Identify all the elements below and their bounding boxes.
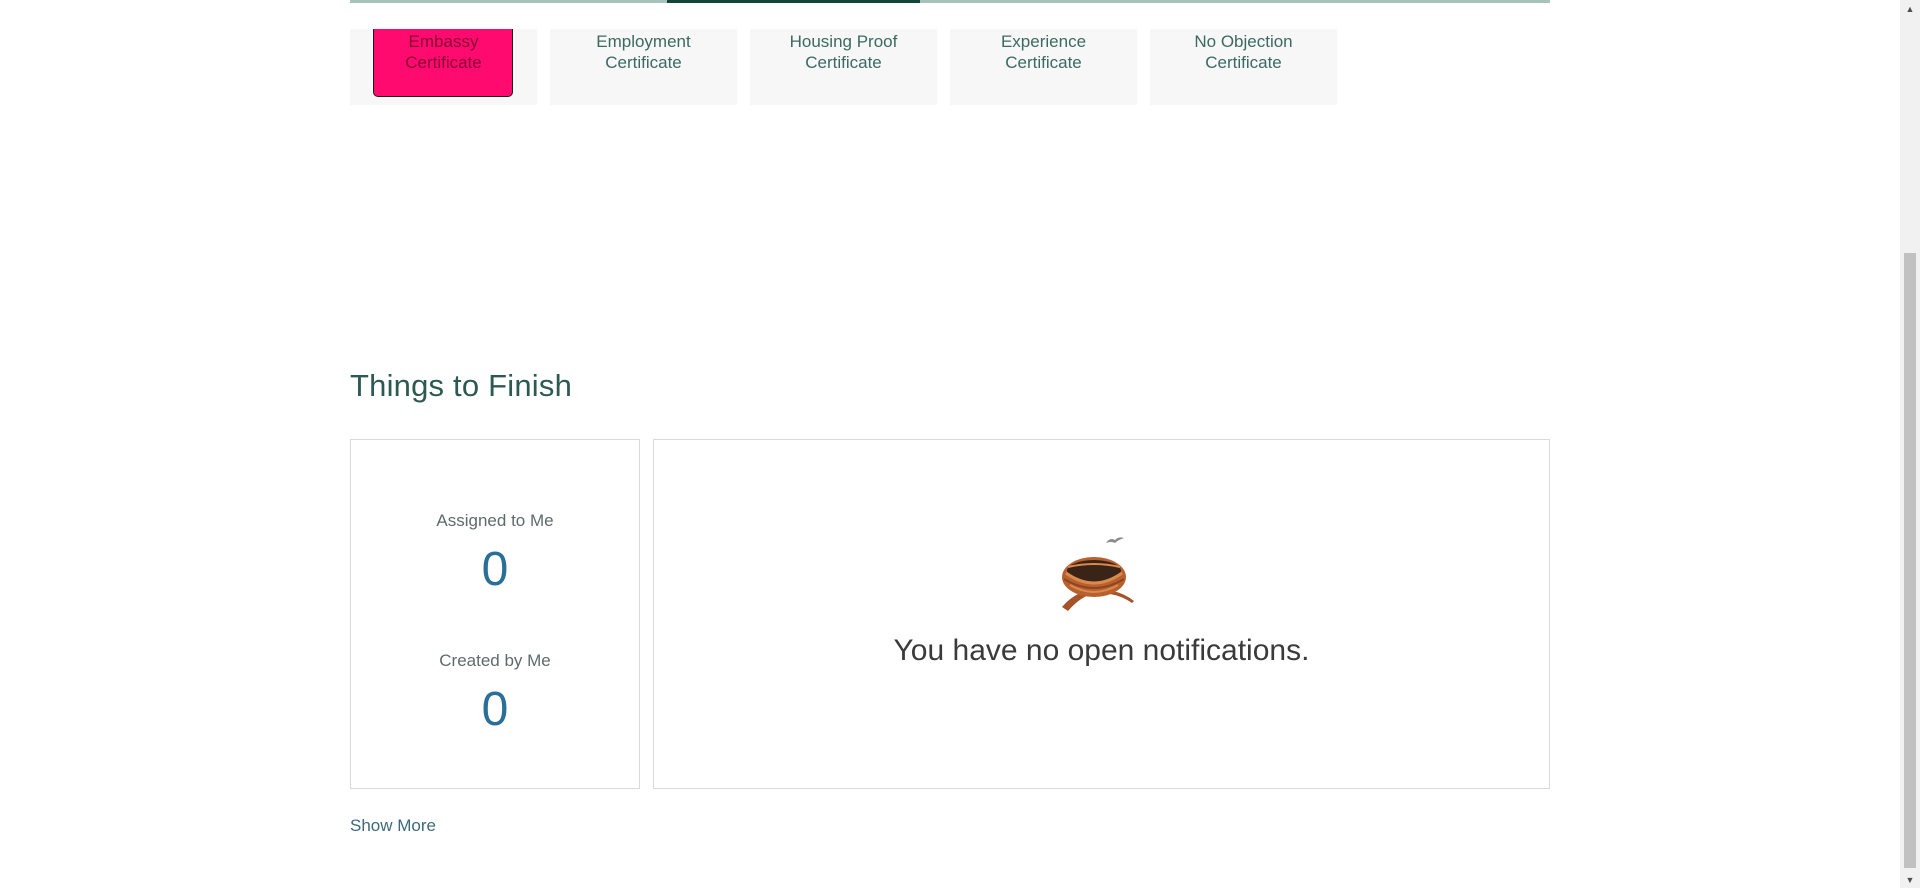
tile-label: Embassy Certificate [405,32,482,72]
tile-embassy-certificate[interactable]: Embassy Certificate [350,29,537,105]
assigned-to-me-count[interactable]: 0 [351,545,639,595]
bird-nest-icon [1062,537,1134,611]
tab-strip-active-indicator [667,0,920,3]
section-title-things-to-finish: Things to Finish [350,368,573,403]
assigned-to-me-label: Assigned to Me [436,511,554,530]
tile-label: Employment Certificate [596,32,691,72]
notifications-card: You have no open notifications. [653,439,1550,789]
show-more-link[interactable]: Show More [350,816,436,836]
tile-no-objection-certificate[interactable]: No Objection Certificate [1150,29,1337,105]
created-by-me-label: Created by Me [439,651,551,670]
tile-housing-proof-certificate[interactable]: Housing Proof Certificate [750,29,937,105]
empty-notifications-message: You have no open notifications. [893,634,1310,667]
quick-actions-tiles: Embassy Certificate Employment Certifica… [350,29,1337,105]
assigned-to-me-block: Assigned to Me 0 [351,511,639,595]
vertical-scrollbar[interactable]: ▲ ▼ [1900,0,1920,888]
created-by-me-count[interactable]: 0 [351,685,639,735]
tile-label: No Objection Certificate [1194,32,1293,72]
tile-label: Housing Proof Certificate [789,32,898,72]
tile-experience-certificate[interactable]: Experience Certificate [950,29,1137,105]
tile-label: Experience Certificate [1000,32,1087,72]
scroll-down-arrow-icon[interactable]: ▼ [1900,871,1920,888]
page: Embassy Certificate Employment Certifica… [0,0,1920,888]
scroll-up-arrow-icon[interactable]: ▲ [1900,0,1920,17]
scrollbar-thumb[interactable] [1904,253,1916,868]
tile-employment-certificate[interactable]: Employment Certificate [550,29,737,105]
tab-strip-bar [350,0,1550,3]
created-by-me-block: Created by Me 0 [351,651,639,735]
counts-card: Assigned to Me 0 Created by Me 0 [350,439,640,789]
